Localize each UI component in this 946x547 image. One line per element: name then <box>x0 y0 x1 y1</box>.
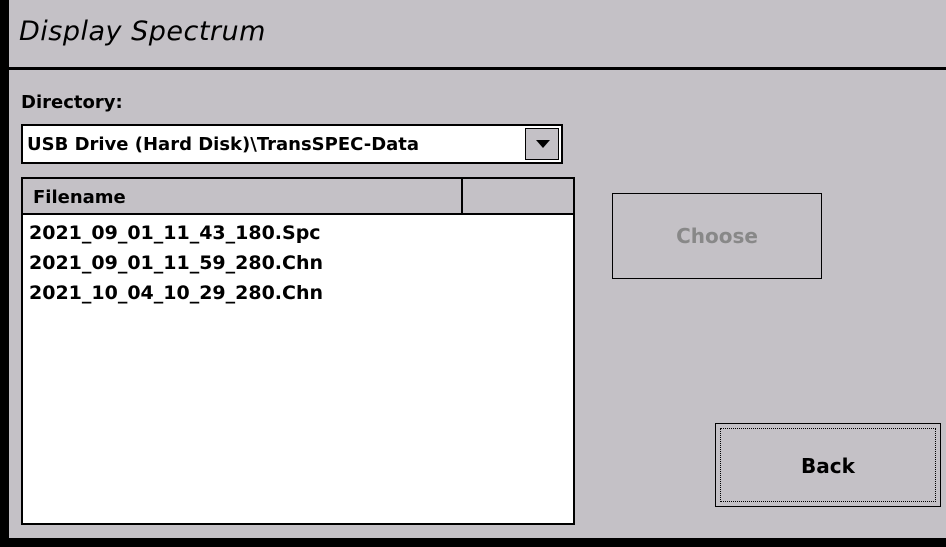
directory-value: USB Drive (Hard Disk)\TransSPEC-Data <box>27 134 420 155</box>
title-divider <box>9 67 946 70</box>
file-list-header: Filename <box>23 179 573 215</box>
display-spectrum-window: Display Spectrum Directory: USB Drive (H… <box>9 0 946 538</box>
file-list[interactable]: Filename 2021_09_01_11_43_180.Spc 2021_0… <box>21 177 575 525</box>
dropdown-button[interactable] <box>525 128 559 160</box>
list-item[interactable]: 2021_09_01_11_43_180.Spc <box>29 221 323 251</box>
chevron-down-icon <box>536 140 550 148</box>
file-rows: 2021_09_01_11_43_180.Spc 2021_09_01_11_5… <box>29 221 323 311</box>
directory-dropdown[interactable]: USB Drive (Hard Disk)\TransSPEC-Data <box>21 124 563 164</box>
column-header-extra[interactable] <box>463 179 573 213</box>
window-title: Display Spectrum <box>19 16 266 47</box>
directory-label: Directory: <box>21 92 123 113</box>
list-item[interactable]: 2021_10_04_10_29_280.Chn <box>29 281 323 311</box>
choose-button[interactable]: Choose <box>612 193 822 279</box>
column-header-filename[interactable]: Filename <box>23 179 463 213</box>
choose-button-label: Choose <box>676 224 758 248</box>
back-button[interactable]: Back <box>715 423 941 507</box>
list-item[interactable]: 2021_09_01_11_59_280.Chn <box>29 251 323 281</box>
back-button-label: Back <box>801 454 855 478</box>
column-header-label: Filename <box>33 187 126 208</box>
